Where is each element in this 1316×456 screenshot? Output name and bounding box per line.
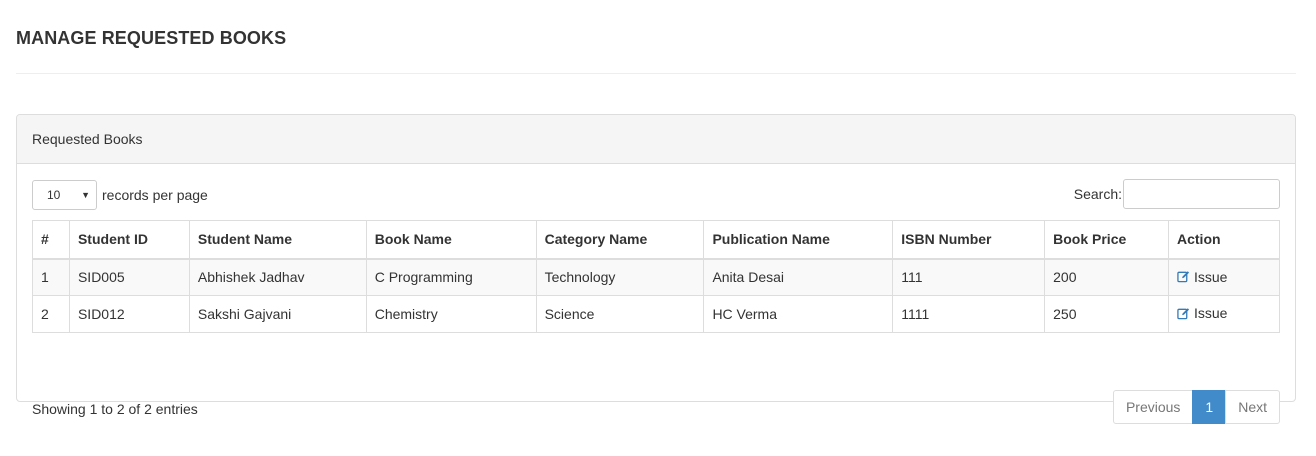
pagination-previous-button[interactable]: Previous (1112, 390, 1194, 424)
cell-publication-name: HC Verma (703, 295, 894, 333)
column-header-book-price[interactable]: Book Price (1044, 220, 1169, 260)
cell-category-name: Science (535, 295, 705, 333)
search-input[interactable] (1123, 179, 1280, 209)
cell-student-id: SID012 (68, 295, 190, 333)
cell-number: 2 (32, 295, 70, 333)
cell-book-name: C Programming (365, 258, 537, 296)
cell-book-name: Chemistry (365, 295, 537, 333)
table-row: 2 SID012 Sakshi Gajvani Chemistry Scienc… (32, 295, 1280, 333)
cell-publication-name: Anita Desai (703, 258, 894, 296)
cell-book-price: 250 (1044, 295, 1169, 333)
requested-books-panel: Requested Books 10 ▼ records per page Se… (16, 114, 1296, 424)
table-header-row: # Student ID Student Name Book Name Cate… (32, 220, 1280, 260)
cell-student-name: Sakshi Gajvani (188, 295, 367, 333)
column-header-student-name[interactable]: Student Name (188, 220, 367, 260)
edit-icon (1177, 308, 1190, 320)
column-header-isbn-number[interactable]: ISBN Number (892, 220, 1046, 260)
issue-button[interactable]: Issue (1177, 305, 1227, 321)
edit-icon (1177, 271, 1190, 283)
cell-student-name: Abhishek Jadhav (188, 258, 367, 296)
search-label: Search: (1073, 186, 1122, 202)
pagination-page-1[interactable]: 1 (1192, 390, 1227, 424)
issue-label: Issue (1194, 305, 1228, 322)
pagination-next-button[interactable]: Next (1225, 390, 1280, 424)
issue-button[interactable]: Issue (1177, 269, 1227, 285)
records-per-page-label: records per page (102, 187, 208, 203)
cell-action: Issue (1168, 295, 1280, 333)
chevron-down-icon: ▼ (81, 190, 90, 200)
column-header-category-name[interactable]: Category Name (535, 220, 705, 260)
page: MANAGE REQUESTED BOOKS Requested Books 1… (0, 0, 1316, 456)
records-per-page-control: 10 ▼ records per page (32, 180, 208, 210)
column-header-action[interactable]: Action (1168, 220, 1280, 260)
column-header-publication-name[interactable]: Publication Name (703, 220, 894, 260)
cell-category-name: Technology (535, 258, 705, 296)
cell-number: 1 (32, 258, 70, 296)
table-info: Showing 1 to 2 of 2 entries (32, 401, 198, 417)
page-title: MANAGE REQUESTED BOOKS (16, 28, 287, 48)
records-per-page-value: 10 (47, 188, 61, 202)
column-header-book-name[interactable]: Book Name (365, 220, 537, 260)
pagination: Previous 1 Next (1112, 390, 1280, 424)
records-per-page-select[interactable]: 10 ▼ (32, 180, 97, 210)
issue-label: Issue (1194, 268, 1228, 285)
panel-heading: Requested Books (17, 115, 1295, 164)
column-header-number[interactable]: # (32, 220, 70, 260)
requested-books-table: # Student ID Student Name Book Name Cate… (32, 220, 1280, 333)
cell-student-id: SID005 (68, 258, 190, 296)
cell-book-price: 200 (1044, 258, 1169, 296)
title-divider (16, 73, 1296, 74)
cell-isbn-number: 1111 (892, 295, 1046, 333)
search-control: Search: (1074, 179, 1280, 209)
cell-isbn-number: 111 (892, 258, 1046, 296)
table-row: 1 SID005 Abhishek Jadhav C Programming T… (32, 258, 1280, 296)
column-header-student-id[interactable]: Student ID (68, 220, 190, 260)
cell-action: Issue (1168, 258, 1280, 296)
